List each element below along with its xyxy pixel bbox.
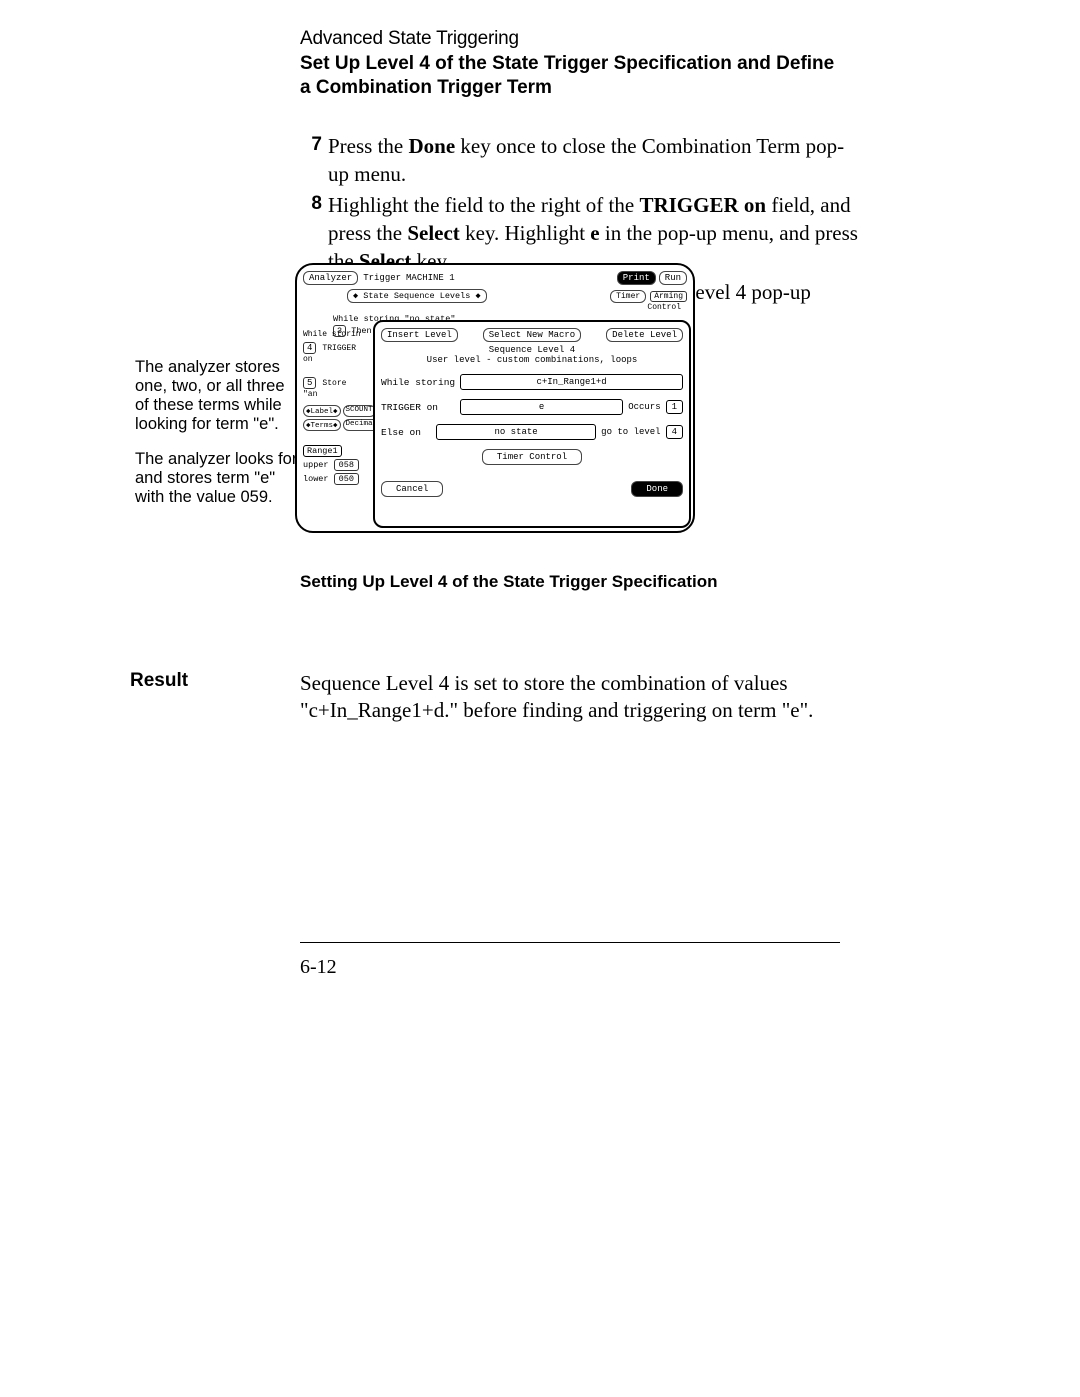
timer-control-button[interactable]: Timer Control <box>482 449 582 465</box>
goto-field[interactable]: 4 <box>666 425 683 439</box>
page-number: 6-12 <box>300 956 337 979</box>
machine-label: MACHINE 1 <box>406 273 455 283</box>
callout-2: The analyzer looks for and stores term "… <box>135 450 300 507</box>
upper-value: 058 <box>334 459 359 471</box>
select-new-macro-button[interactable]: Select New Macro <box>483 328 581 342</box>
state-seq-levels[interactable]: ◆ State Sequence Levels ◆ <box>347 289 487 303</box>
lower-value: 050 <box>334 473 359 485</box>
step-num: 8 <box>300 191 322 217</box>
else-on-label: Else on <box>381 427 431 438</box>
level-4-box: 4 <box>303 342 316 354</box>
trigger-label: Trigger <box>363 273 401 283</box>
timer-button[interactable]: Timer <box>610 290 646 303</box>
mock-left-column: While storin 4 TRIGGER on 5 Store "an <box>303 330 365 400</box>
result-block: Result Sequence Level 4 is set to store … <box>130 670 860 725</box>
while-storing-field[interactable]: c+In_Range1+d <box>460 374 683 390</box>
insert-level-button[interactable]: Insert Level <box>381 328 458 342</box>
occurs-field[interactable]: 1 <box>666 400 683 414</box>
footer-rule <box>300 942 840 943</box>
lower-label: lower <box>303 474 329 484</box>
done-button[interactable]: Done <box>631 481 683 497</box>
header-kicker: Advanced State Triggering <box>300 28 840 50</box>
control-label: Control <box>303 303 687 312</box>
label-button[interactable]: ◆Label◆ <box>303 405 341 417</box>
result-text: Sequence Level 4 is set to store the com… <box>300 670 860 725</box>
analyzer-screenshot: Analyzer Trigger MACHINE 1 Print Run ◆ S… <box>295 263 695 533</box>
delete-level-button[interactable]: Delete Level <box>606 328 683 342</box>
arming-field: Arming <box>650 291 687 302</box>
trigger-on-field[interactable]: e <box>460 399 623 415</box>
step-text: Press the Done key once to close the Com… <box>328 132 860 189</box>
step-num: 7 <box>300 132 322 158</box>
step-7: 7 Press the Done key once to close the C… <box>300 132 860 189</box>
while-storing-label: While storing <box>381 377 455 388</box>
else-on-row: Else on no state go to level 4 <box>381 424 683 440</box>
sequence-level-popup: Insert Level Select New Macro Delete Lev… <box>373 320 691 528</box>
page-header: Advanced State Triggering Set Up Level 4… <box>300 28 840 100</box>
user-level-subtitle: User level - custom combinations, loops <box>381 355 683 365</box>
scount-button[interactable]: SCOUNT <box>343 405 376 417</box>
goto-label: go to level <box>601 427 660 437</box>
figure: The analyzer stores one, two, or all thr… <box>135 258 855 538</box>
print-button[interactable]: Print <box>617 271 656 285</box>
while-storin: While storin <box>303 330 365 339</box>
seq-level-4-title: Sequence Level 4 <box>381 345 683 355</box>
callout-1: The analyzer stores one, two, or all thr… <box>135 358 300 434</box>
figure-caption: Setting Up Level 4 of the State Trigger … <box>300 572 718 592</box>
trigger-on-row: TRIGGER on e Occurs 1 <box>381 399 683 415</box>
result-label: Result <box>130 670 300 725</box>
occurs-label: Occurs <box>628 402 660 412</box>
analyzer-button[interactable]: Analyzer <box>303 271 358 285</box>
range-box: Range1 upper 058 lower 050 <box>303 445 367 485</box>
header-title: Set Up Level 4 of the State Trigger Spec… <box>300 52 840 100</box>
timer-control-row: Timer Control <box>381 449 683 465</box>
terms-button[interactable]: ◆Terms◆ <box>303 419 341 431</box>
trigger-on-label: TRIGGER on <box>381 402 455 413</box>
range1-label: Range1 <box>303 445 342 457</box>
upper-label: upper <box>303 460 329 470</box>
else-on-field[interactable]: no state <box>436 424 596 440</box>
mock-top-row: Analyzer Trigger MACHINE 1 Print Run <box>303 271 687 285</box>
cancel-button[interactable]: Cancel <box>381 481 443 497</box>
while-storing-row: While storing c+In_Range1+d <box>381 374 683 390</box>
run-button[interactable]: Run <box>659 271 687 285</box>
labels-terms-column: ◆Label◆ SCOUNT ◆Terms◆ Decimal <box>303 405 367 431</box>
level-5-box: 5 <box>303 377 316 389</box>
